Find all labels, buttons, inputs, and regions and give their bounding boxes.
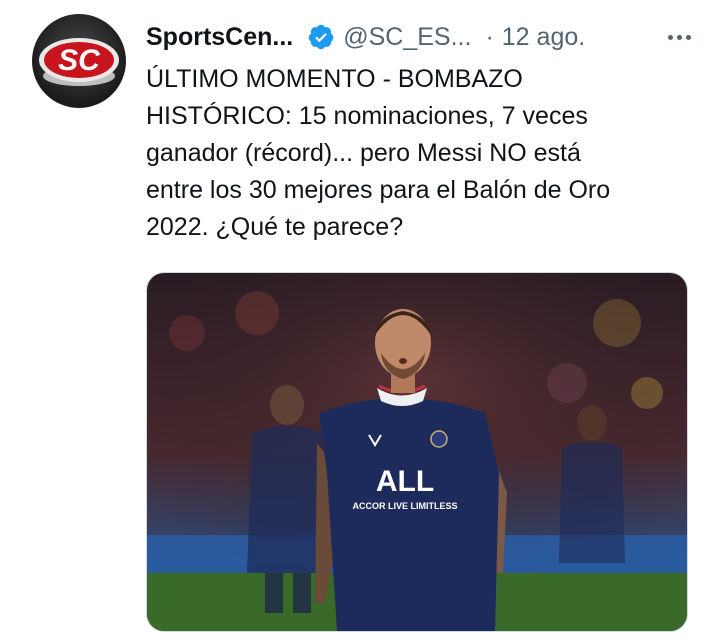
tweet-text-line: HISTÓRICO: 15 nominaciones, 7 veces <box>146 102 588 130</box>
kit-brand-text: ALL <box>376 465 434 498</box>
tweet-header: SportsCen... @SC_ES... · 12 ago. <box>146 20 699 54</box>
verified-badge-icon <box>307 23 335 51</box>
author-avatar[interactable]: SC <box>32 14 126 108</box>
header-separator: · <box>485 22 494 51</box>
tweet-media-photo[interactable]: ALL ACCOR LIVE LIMITLESS <box>146 272 688 632</box>
tweet-text-line: ganador (récord)... pero Messi NO está <box>146 139 581 167</box>
sportscenter-logo: SC <box>39 38 119 86</box>
more-horizontal-icon[interactable] <box>661 24 697 50</box>
tweet[interactable]: SC SportsCen... @SC_ES... · 12 ago. ÚLTI… <box>0 0 719 642</box>
tweet-text-line: ÚLTIMO MOMENTO - BOMBAZO <box>146 65 523 93</box>
tweet-timestamp[interactable]: 12 ago. <box>502 23 585 52</box>
tweet-text-line: 2022. ¿Qué te parece? <box>146 213 404 241</box>
kit-sponsor-text: ACCOR LIVE LIMITLESS <box>352 501 457 511</box>
avatar-logo-text: SC <box>58 44 101 77</box>
tweet-text: ÚLTIMO MOMENTO - BOMBAZO HISTÓRICO: 15 n… <box>146 61 701 246</box>
author-handle[interactable]: @SC_ES... <box>343 23 471 52</box>
author-name[interactable]: SportsCen... <box>146 23 293 52</box>
media-image: ALL ACCOR LIVE LIMITLESS <box>147 273 687 631</box>
tweet-text-line: entre los 30 mejores para el Balón de Or… <box>146 176 611 204</box>
